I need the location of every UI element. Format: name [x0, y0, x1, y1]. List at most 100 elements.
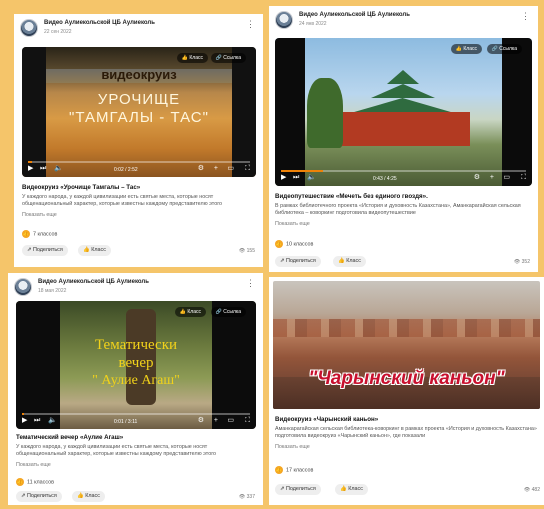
volume-icon[interactable]: 🔈 [54, 165, 63, 173]
post-date: 22 сен 2022 [44, 29, 72, 35]
video-player[interactable]: "Чарынский каньон" [273, 281, 540, 409]
class-video-button[interactable]: 👍 Класс [176, 53, 208, 63]
channel-name[interactable]: Видео Аулиекольской ЦБ Аулиеколь [44, 20, 155, 26]
fullscreen-icon[interactable]: ⛶ [245, 165, 250, 173]
link-video-label: Ссылка [223, 309, 241, 315]
link-video-button[interactable]: 🔗 Ссылка [210, 53, 246, 63]
volume-icon[interactable]: 🔈 [48, 417, 57, 425]
miniplayer-icon[interactable]: ▭ [503, 174, 510, 182]
progress-bar[interactable] [22, 413, 250, 415]
next-icon[interactable]: ⏭ [40, 165, 46, 173]
gear-icon[interactable]: ⚙ [198, 417, 204, 425]
progress-fill [281, 170, 323, 172]
player-controls: ▶ ⏭ 🔈 0:43 / 4:25 ⚙ + ▭ ⛶ [281, 170, 526, 182]
video-player[interactable]: 👍 Класс 🔗 Ссылка ▶ ⏭ 🔈 0:43 / 4:25 ⚙ + ▭… [275, 38, 532, 186]
show-more-link[interactable]: Показать еще [16, 462, 51, 468]
channel-name[interactable]: Видео Аулиекольской ЦБ Аулиеколь [38, 279, 149, 285]
progress-bar[interactable] [281, 170, 526, 172]
link-video-label: Ссылка [499, 46, 517, 52]
video-player[interactable]: 👍 Класс 🔗 Ссылка видеокруиз УРОЧИЩЕ "ТАМ… [22, 47, 256, 177]
volume-icon[interactable]: 🔈 [307, 174, 316, 182]
class-button[interactable]: 👍 Класс [72, 491, 105, 502]
show-more-link[interactable]: Показать еще [275, 221, 310, 227]
link-video-label: Ссылка [223, 55, 241, 61]
miniplayer-icon[interactable]: ▭ [227, 165, 234, 173]
class-video-label: Класс [463, 46, 477, 52]
share-label: Поделиться [286, 258, 316, 264]
link-video-button[interactable]: 🔗 Ссылка [486, 44, 522, 54]
next-icon[interactable]: ⏭ [34, 417, 40, 425]
class-video-label: Класс [189, 55, 203, 61]
post-title[interactable]: Видеокруиз «Чарынский каньон» [275, 416, 378, 423]
three-dots-icon[interactable]: ⋮ [521, 11, 530, 21]
video-post-card: "Чарынский каньон" Видеокруиз «Чарынский… [269, 277, 544, 505]
post-title[interactable]: Видеокруиз «Урочище Тамгалы – Тас» [22, 184, 140, 191]
miniplayer-icon[interactable]: ▭ [227, 417, 234, 425]
video-overlay-subtitle: УРОЧИЩЕ [97, 91, 181, 108]
eye-icon: 👁 [523, 487, 532, 493]
progress-bar[interactable] [28, 161, 250, 163]
post-description: В рамках библиотечного проекта «История … [275, 203, 521, 216]
player-controls: ▶ ⏭ 🔈 0:02 / 2:52 ⚙ + ▭ ⛶ [28, 161, 250, 173]
classes-count[interactable]: 👍 10 классов [275, 240, 313, 248]
post-title[interactable]: Тематический вечер «Аулие Агаш» [16, 434, 123, 441]
video-overlay-subtitle-2: "ТАМГАЛЫ - ТАС" [69, 109, 209, 126]
play-icon[interactable]: ▶ [281, 174, 286, 182]
gear-icon[interactable]: ⚙ [198, 165, 204, 173]
player-controls: ▶ ⏭ 🔈 0:01 / 3:11 ⚙ + ▭ ⛶ [22, 413, 250, 425]
video-overlay-title: Тематически [94, 337, 178, 353]
class-label: Класс [91, 247, 106, 253]
three-dots-icon[interactable]: ⋮ [246, 19, 255, 29]
three-dots-icon[interactable]: ⋮ [246, 278, 255, 288]
share-button[interactable]: ⇗ Поделиться [22, 245, 68, 256]
views-count: 👁 482 [524, 487, 540, 493]
post-description: У каждого народа, у каждой цивилизации е… [16, 444, 217, 457]
post-header: Видео Аулиекольской ЦБ Аулиеколь 24 янв … [275, 11, 532, 33]
plus-icon[interactable]: + [214, 165, 218, 173]
play-icon[interactable]: ▶ [28, 165, 33, 173]
video-player[interactable]: 👍 Класс 🔗 Ссылка Тематически вечер " Аул… [16, 301, 256, 429]
fullscreen-icon[interactable]: ⛶ [521, 174, 526, 182]
link-video-button[interactable]: 🔗 Ссылка [210, 307, 246, 317]
thumbs-up-icon: 👍 [83, 247, 92, 253]
post-header: Видео Аулиекольской ЦБ Аулиеколь 18 мая … [14, 278, 257, 300]
class-label: Класс [346, 258, 361, 264]
views-count-text: 337 [246, 494, 255, 500]
video-post-card: Видео Аулиекольской ЦБ Аулиеколь 18 мая … [8, 273, 263, 505]
next-icon[interactable]: ⏭ [293, 174, 299, 182]
channel-name[interactable]: Видео Аулиекольской ЦБ Аулиеколь [299, 12, 410, 18]
share-button[interactable]: ⇗ Поделиться [275, 484, 321, 495]
thumbs-up-icon: 👍 [77, 493, 86, 499]
video-time: 0:02 / 2:52 [114, 167, 138, 173]
channel-avatar[interactable] [275, 11, 293, 29]
channel-avatar[interactable] [14, 278, 32, 296]
show-more-link[interactable]: Показать еще [275, 444, 310, 450]
plus-icon[interactable]: + [214, 417, 218, 425]
thumbs-up-icon: 👍 [340, 486, 349, 492]
post-title[interactable]: Видеопутешествие «Мечеть без единого гво… [275, 193, 428, 200]
class-button[interactable]: 👍 Класс [78, 245, 111, 256]
video-overlay-title: видеокруиз [101, 67, 177, 82]
classes-count[interactable]: 👍 17 классов [275, 466, 313, 474]
channel-avatar[interactable] [20, 19, 38, 37]
class-button[interactable]: 👍 Класс [335, 484, 368, 495]
eye-icon: 👁 [238, 494, 247, 500]
video-post-card: Видео Аулиекольской ЦБ Аулиеколь 22 сен … [14, 14, 263, 267]
video-time: 0:01 / 3:11 [114, 419, 138, 425]
fullscreen-icon[interactable]: ⛶ [245, 417, 250, 425]
video-time: 0:43 / 4:25 [373, 176, 397, 182]
classes-count[interactable]: 👍 7 классов [22, 230, 57, 238]
thumbs-up-icon: 👍 [338, 258, 347, 264]
class-video-button[interactable]: 👍 Класс [174, 307, 206, 317]
gear-icon[interactable]: ⚙ [474, 174, 480, 182]
class-video-button[interactable]: 👍 Класс [450, 44, 482, 54]
show-more-link[interactable]: Показать еще [22, 212, 57, 218]
class-button[interactable]: 👍 Класс [333, 256, 366, 267]
plus-icon[interactable]: + [490, 174, 494, 182]
share-button[interactable]: ⇗ Поделиться [275, 256, 321, 267]
views-count: 👁 155 [239, 248, 255, 254]
share-button[interactable]: ⇗ Поделиться [16, 491, 62, 502]
post-description: У каждого народа, у каждой цивилизации е… [22, 194, 223, 207]
play-icon[interactable]: ▶ [22, 417, 27, 425]
classes-count[interactable]: 👍 11 классов [16, 478, 54, 486]
